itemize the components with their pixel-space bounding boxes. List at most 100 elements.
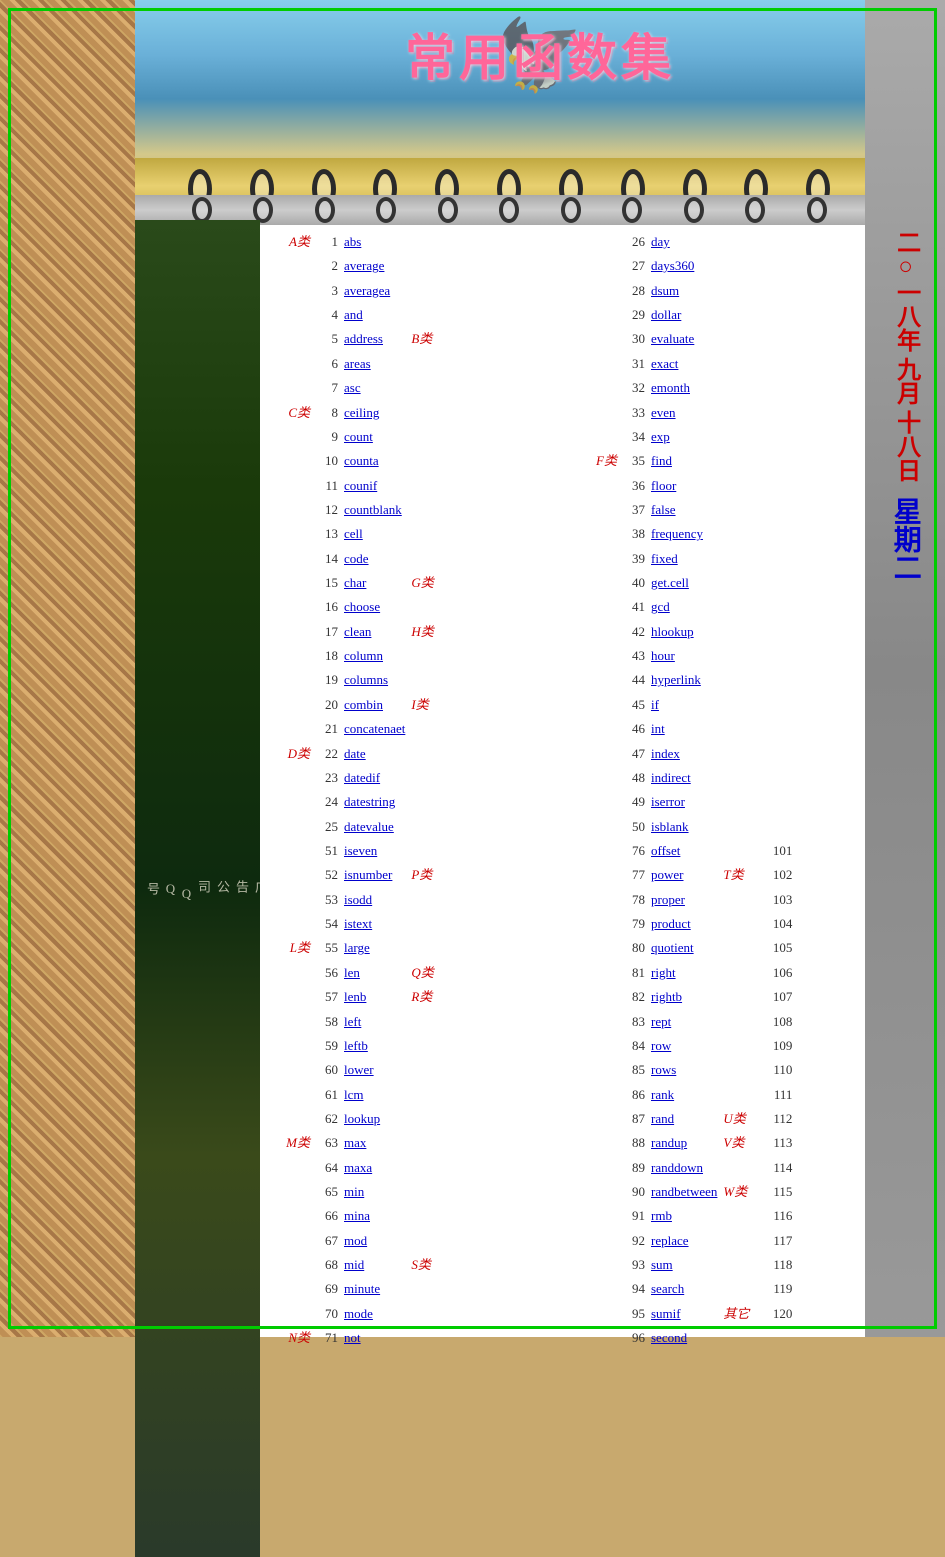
function-link[interactable]: exact	[651, 356, 678, 371]
function-link[interactable]: iseven	[344, 843, 377, 858]
function-link[interactable]: row	[651, 1038, 671, 1053]
function-link[interactable]: proper	[651, 892, 685, 907]
function-link[interactable]: lenb	[344, 989, 366, 1004]
function-link[interactable]: counif	[344, 478, 377, 493]
function-link[interactable]: not	[344, 1330, 361, 1345]
list-item: 6areas	[275, 352, 446, 376]
function-link[interactable]: exp	[651, 429, 670, 444]
function-link[interactable]: rightb	[651, 989, 682, 1004]
function-link[interactable]: counta	[344, 453, 379, 468]
function-link[interactable]: randbetween	[651, 1184, 717, 1199]
function-link[interactable]: min	[344, 1184, 364, 1199]
list-item: 5addressB类	[275, 327, 446, 351]
function-link[interactable]: indirect	[651, 770, 691, 785]
function-link[interactable]: rand	[651, 1111, 674, 1126]
function-link[interactable]: day	[651, 234, 670, 249]
list-item: 81right106	[585, 961, 795, 985]
function-link[interactable]: areas	[344, 356, 371, 371]
function-link[interactable]: lcm	[344, 1087, 364, 1102]
function-link[interactable]: mina	[344, 1208, 370, 1223]
function-link[interactable]: averagea	[344, 283, 390, 298]
function-link[interactable]: mode	[344, 1306, 373, 1321]
function-link[interactable]: and	[344, 307, 363, 322]
function-link[interactable]: days360	[651, 258, 694, 273]
function-link[interactable]: average	[344, 258, 384, 273]
function-link[interactable]: find	[651, 453, 672, 468]
function-link[interactable]: mid	[344, 1257, 364, 1272]
function-link[interactable]: clean	[344, 624, 371, 639]
function-link[interactable]: isodd	[344, 892, 372, 907]
function-link[interactable]: emonth	[651, 380, 690, 395]
function-link[interactable]: hyperlink	[651, 672, 701, 687]
function-link[interactable]: sum	[651, 1257, 673, 1272]
function-link[interactable]: datestring	[344, 794, 395, 809]
function-link[interactable]: choose	[344, 599, 380, 614]
function-link[interactable]: datevalue	[344, 819, 394, 834]
function-link[interactable]: cell	[344, 526, 363, 541]
function-link[interactable]: lookup	[344, 1111, 380, 1126]
function-link[interactable]: hlookup	[651, 624, 694, 639]
function-link[interactable]: max	[344, 1135, 366, 1150]
function-link[interactable]: offset	[651, 843, 680, 858]
function-link[interactable]: concatenaet	[344, 721, 405, 736]
function-link[interactable]: minute	[344, 1281, 380, 1296]
function-link[interactable]: abs	[344, 234, 361, 249]
function-link[interactable]: datedif	[344, 770, 380, 785]
function-link[interactable]: dollar	[651, 307, 681, 322]
function-link[interactable]: countblank	[344, 502, 402, 517]
function-link[interactable]: product	[651, 916, 691, 931]
function-link[interactable]: rmb	[651, 1208, 672, 1223]
function-link[interactable]: left	[344, 1014, 361, 1029]
function-link[interactable]: search	[651, 1281, 684, 1296]
function-link[interactable]: leftb	[344, 1038, 368, 1053]
ring-s-11	[807, 197, 827, 223]
function-link[interactable]: istext	[344, 916, 372, 931]
day-text: 十八日	[889, 410, 920, 482]
function-link[interactable]: asc	[344, 380, 361, 395]
list-item: 59leftb	[275, 1034, 446, 1058]
function-link[interactable]: columns	[344, 672, 388, 687]
function-link[interactable]: rank	[651, 1087, 674, 1102]
function-link[interactable]: maxa	[344, 1160, 372, 1175]
function-link[interactable]: randdown	[651, 1160, 703, 1175]
function-link[interactable]: large	[344, 940, 370, 955]
function-link[interactable]: if	[651, 697, 659, 712]
function-link[interactable]: evaluate	[651, 331, 694, 346]
function-link[interactable]: lower	[344, 1062, 374, 1077]
function-link[interactable]: hour	[651, 648, 675, 663]
function-link[interactable]: replace	[651, 1233, 689, 1248]
function-link[interactable]: date	[344, 746, 366, 761]
function-link[interactable]: false	[651, 502, 676, 517]
function-link[interactable]: rows	[651, 1062, 676, 1077]
function-link[interactable]: frequency	[651, 526, 703, 541]
function-link[interactable]: get.cell	[651, 575, 689, 590]
function-link[interactable]: column	[344, 648, 383, 663]
function-link[interactable]: iserror	[651, 794, 685, 809]
function-link[interactable]: power	[651, 867, 684, 882]
function-link[interactable]: index	[651, 746, 680, 761]
list-item: 7asc	[275, 376, 446, 400]
function-link[interactable]: floor	[651, 478, 676, 493]
function-link[interactable]: count	[344, 429, 373, 444]
function-link[interactable]: quotient	[651, 940, 694, 955]
function-link[interactable]: isblank	[651, 819, 689, 834]
function-link[interactable]: gcd	[651, 599, 670, 614]
function-link[interactable]: dsum	[651, 283, 679, 298]
function-link[interactable]: fixed	[651, 551, 678, 566]
function-link[interactable]: mod	[344, 1233, 367, 1248]
function-link[interactable]: address	[344, 331, 383, 346]
function-link[interactable]: combin	[344, 697, 383, 712]
function-link[interactable]: rept	[651, 1014, 671, 1029]
function-link[interactable]: right	[651, 965, 676, 980]
function-link[interactable]: randup	[651, 1135, 687, 1150]
list-item: 69minute	[275, 1277, 446, 1301]
function-link[interactable]: char	[344, 575, 366, 590]
function-link[interactable]: code	[344, 551, 369, 566]
function-link[interactable]: second	[651, 1330, 687, 1345]
function-link[interactable]: len	[344, 965, 360, 980]
function-link[interactable]: sumif	[651, 1306, 681, 1321]
function-link[interactable]: ceiling	[344, 405, 379, 420]
function-link[interactable]: int	[651, 721, 665, 736]
function-link[interactable]: isnumber	[344, 867, 392, 882]
function-link[interactable]: even	[651, 405, 676, 420]
